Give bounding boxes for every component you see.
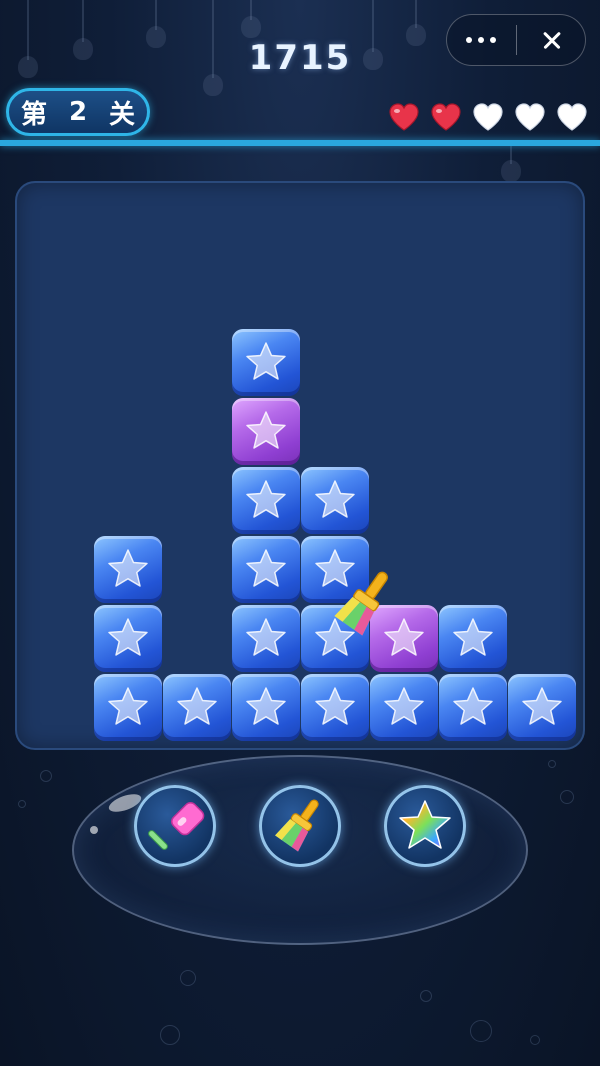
blue-star-tile[interactable] (163, 674, 231, 741)
game-board (15, 181, 585, 750)
lives-hearts (388, 102, 588, 132)
blue-star-tile[interactable] (94, 536, 162, 603)
bubble-decoration (180, 970, 196, 986)
star-icon (108, 687, 148, 725)
brush-tool-button[interactable] (259, 785, 341, 867)
blue-star-tile[interactable] (301, 674, 369, 741)
blue-star-tile[interactable] (439, 605, 507, 672)
paintbrush-icon (275, 799, 319, 852)
rainbow-star-tool-button[interactable] (384, 785, 466, 867)
star-icon (108, 618, 148, 656)
star-icon (246, 342, 286, 380)
level-suffix: 关 (109, 99, 136, 130)
bubble-decoration (548, 760, 556, 768)
blue-star-tile[interactable] (508, 674, 576, 741)
star-icon (246, 411, 286, 449)
star-icon (177, 687, 217, 725)
star-icon (108, 549, 148, 587)
level-badge: 第 2 关 (6, 88, 150, 136)
hammer-tool-button[interactable] (134, 785, 216, 867)
bubble-decoration (18, 800, 26, 808)
blue-star-tile[interactable] (232, 605, 300, 672)
paintbrush-cursor-icon (334, 571, 388, 636)
bubble-decoration (530, 1035, 540, 1045)
blue-star-tile[interactable] (232, 536, 300, 603)
purple-star-tile[interactable] (232, 398, 300, 465)
star-icon (522, 687, 562, 725)
star-icon (453, 687, 493, 725)
heart-full-icon (431, 103, 461, 131)
blue-star-tile[interactable] (301, 467, 369, 534)
star-icon (246, 480, 286, 518)
close-icon[interactable] (517, 14, 586, 66)
bulb-decoration (501, 146, 521, 182)
blue-star-tile[interactable] (232, 329, 300, 396)
star-icon (453, 618, 493, 656)
bubble-decoration (560, 790, 574, 804)
star-icon (246, 549, 286, 587)
more-dots-icon[interactable] (447, 14, 516, 66)
mini-program-capsule (446, 14, 586, 66)
bulb-decoration (241, 0, 261, 38)
blue-star-tile[interactable] (232, 467, 300, 534)
bulb-decoration (146, 0, 166, 48)
bubble-decoration (40, 770, 52, 782)
bubble-decoration (160, 1025, 180, 1045)
star-icon (315, 480, 355, 518)
blue-star-tile[interactable] (94, 674, 162, 741)
tray-highlight (90, 826, 98, 834)
heart-empty-icon (557, 103, 587, 131)
heart-empty-icon (515, 103, 545, 131)
header-divider (0, 140, 600, 146)
heart-full-icon (389, 103, 419, 131)
star-icon (315, 687, 355, 725)
hammer-icon (148, 802, 205, 850)
blue-star-tile[interactable] (232, 674, 300, 741)
level-number: 2 (68, 97, 88, 127)
bulb-decoration (73, 0, 93, 60)
bubble-decoration (470, 1020, 492, 1042)
rainbow-star-icon (399, 800, 451, 849)
level-prefix: 第 (20, 99, 47, 130)
blue-star-tile[interactable] (439, 674, 507, 741)
blue-star-tile[interactable] (370, 674, 438, 741)
heart-empty-icon (473, 103, 503, 131)
bulb-decoration (406, 0, 426, 46)
blue-star-tile[interactable] (94, 605, 162, 672)
star-icon (246, 618, 286, 656)
star-icon (384, 687, 424, 725)
star-icon (246, 687, 286, 725)
bubble-decoration (420, 990, 432, 1002)
